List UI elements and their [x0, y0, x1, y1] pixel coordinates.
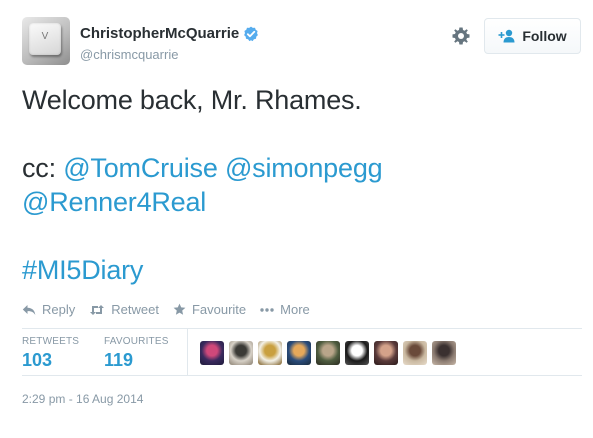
reply-button[interactable]: Reply [22, 302, 75, 317]
favouriters-avatars [200, 341, 461, 365]
favourite-label: Favourite [191, 302, 247, 317]
tweet-card: V ChristopherMcQuarrie @chrismcquarrie F… [0, 0, 593, 438]
retweets-count[interactable]: 103 [22, 350, 79, 371]
tweet-stats: RETWEETS 103 FAVOURITES 119 [22, 329, 582, 375]
author-fullname-row[interactable]: ChristopherMcQuarrie [80, 25, 259, 42]
tweet-timestamp[interactable]: 2:29 pm - 16 Aug 2014 [22, 392, 143, 406]
tweet-line-mention: @Renner4Real [22, 185, 582, 219]
tweet-text: Welcome back, Mr. Rhames. cc: @TomCruise… [22, 83, 582, 287]
favouriter-7-avatar[interactable] [374, 341, 398, 365]
author-avatar[interactable]: V [22, 17, 70, 65]
favourites-label: FAVOURITES [104, 336, 169, 347]
favouriter-1-avatar[interactable] [200, 341, 224, 365]
author-fullname[interactable]: ChristopherMcQuarrie [80, 25, 239, 42]
tweet-line-hashtag: #MI5Diary [22, 253, 582, 287]
hashtag-mi5diary[interactable]: #MI5Diary [22, 255, 143, 285]
more-label: More [280, 302, 310, 317]
tweet-line-cc: cc: @TomCruise @simonpegg [22, 151, 582, 185]
cc-prefix: cc: [22, 153, 64, 183]
mention-tomcruise[interactable]: @TomCruise [63, 153, 218, 183]
avatar-key-glyph: V [41, 31, 49, 42]
retweet-button[interactable]: Retweet [89, 302, 159, 317]
retweet-icon [90, 304, 105, 315]
tweet-blank-line-2 [22, 219, 582, 253]
retweets-stat[interactable]: RETWEETS 103 [22, 336, 79, 371]
favouriter-3-avatar[interactable] [258, 341, 282, 365]
reply-icon [22, 304, 36, 315]
gear-icon[interactable] [451, 26, 471, 46]
favouriter-8-avatar[interactable] [403, 341, 427, 365]
reply-label: Reply [42, 302, 76, 317]
favourites-stat[interactable]: FAVOURITES 119 [104, 336, 169, 371]
verified-badge-icon [244, 26, 259, 41]
more-dots-icon [260, 307, 274, 312]
keyboard-key-image: V [29, 23, 61, 55]
follow-button[interactable]: Follow [484, 18, 581, 54]
tweet-actions: Reply Retweet Favourite More [22, 302, 324, 317]
author-username[interactable]: @chrismcquarrie [80, 47, 178, 62]
retweets-label: RETWEETS [22, 336, 80, 347]
mention-renner4real[interactable]: @Renner4Real [22, 187, 206, 217]
favourites-count[interactable]: 119 [104, 350, 169, 371]
favouriter-2-avatar[interactable] [229, 341, 253, 365]
follow-label: Follow [522, 28, 567, 44]
favouriter-4-avatar[interactable] [287, 341, 311, 365]
stats-separator [187, 329, 188, 375]
tweet-line-1: Welcome back, Mr. Rhames. [22, 85, 362, 115]
favouriter-6-avatar[interactable] [345, 341, 369, 365]
favouriter-9-avatar[interactable] [432, 341, 456, 365]
divider-bottom [22, 375, 582, 376]
mention-simonpegg[interactable]: @simonpegg [225, 153, 383, 183]
favouriter-5-avatar[interactable] [316, 341, 340, 365]
star-icon [173, 303, 186, 315]
more-button[interactable]: More [260, 302, 310, 317]
add-user-icon [498, 29, 515, 43]
favourite-button[interactable]: Favourite [173, 302, 246, 317]
retweet-label: Retweet [111, 302, 159, 317]
